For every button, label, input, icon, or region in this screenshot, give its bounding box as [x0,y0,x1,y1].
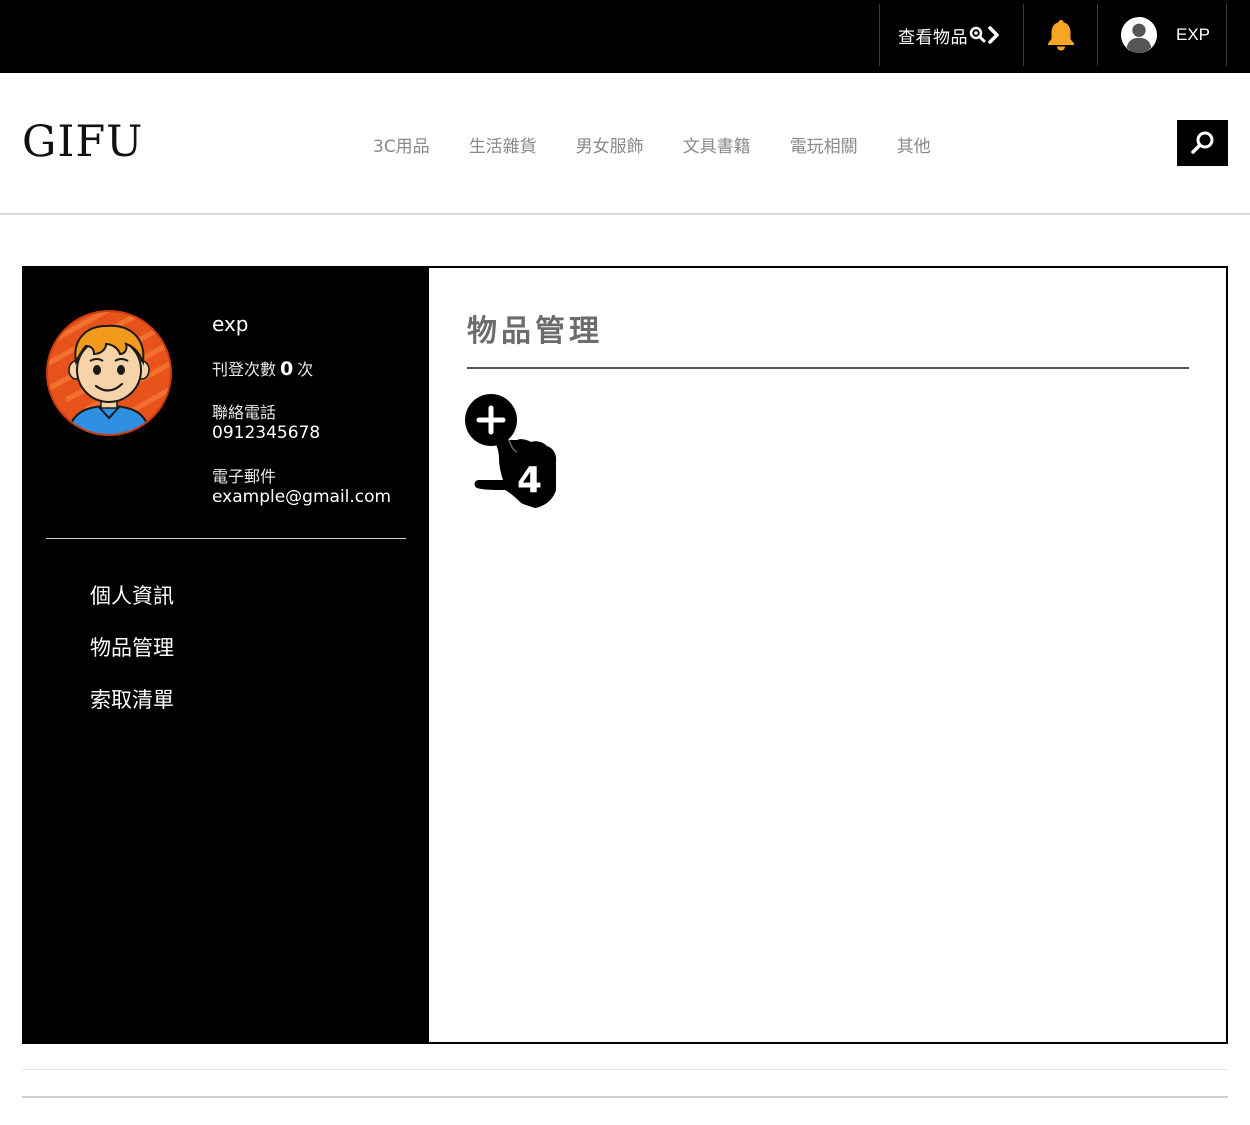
profile-name: exp [212,312,249,336]
user-menu-button[interactable]: EXP [1098,0,1226,70]
post-count-label: 刊登次數 [212,360,277,379]
page-title: 物品管理 [467,314,603,349]
notification-button[interactable] [1024,0,1098,70]
sidebar-menu: 個人資訊 物品管理 索取清單 [90,580,174,736]
title-divider [467,367,1189,369]
profile-sidebar: exp 刊登次數 0 次 聯絡電話 0912345678 電子郵件 example@… [24,268,429,1042]
item-management-content: 物品管理 4 [429,268,1226,1042]
nav-item-games[interactable]: 電玩相關 [790,132,858,157]
email-value: example@gmail.com [212,487,392,507]
view-items-button[interactable]: 查看物品 [880,0,1023,70]
search-button[interactable] [1177,120,1228,166]
user-avatar-icon [1120,16,1158,54]
sidebar-divider [46,538,406,539]
bell-icon [1048,20,1074,51]
account-panel: exp 刊登次數 0 次 聯絡電話 0912345678 電子郵件 example@… [22,266,1228,1044]
site-header: GIFU 3C用品 生活雜貨 男女服飾 文具書籍 電玩相關 其他 [0,73,1250,215]
site-logo[interactable]: GIFU [22,117,143,167]
phone-value: 0912345678 [212,423,321,443]
topbar-divider [1226,4,1227,66]
footer-divider [22,1096,1228,1098]
search-icon [1190,131,1213,154]
profile-avatar [46,310,172,436]
nav-item-daily-goods[interactable]: 生活雜貨 [469,132,537,157]
nav-item-3c[interactable]: 3C用品 [373,132,430,157]
sidebar-item-request-list[interactable]: 索取清單 [90,684,174,736]
nav-item-other[interactable]: 其他 [897,132,931,157]
view-items-label: 查看物品 [898,27,968,48]
post-count-value: 0 [280,358,294,380]
nav-item-stationery-books[interactable]: 文具書籍 [683,132,751,157]
sidebar-item-personal-info[interactable]: 個人資訊 [90,580,174,632]
category-nav: 3C用品 生活雜貨 男女服飾 文具書籍 電玩相關 其他 [373,132,970,157]
email-label: 電子郵件 [212,467,277,486]
search-magnifier-icon [969,26,999,44]
post-count-unit: 次 [297,360,314,379]
post-count: 刊登次數 0 次 [212,356,313,380]
username-label: EXP [1176,25,1211,44]
phone-label: 聯絡電話 [212,403,277,422]
nav-item-clothing[interactable]: 男女服飾 [576,132,644,157]
footer-divider [22,1069,1228,1070]
sidebar-item-item-management[interactable]: 物品管理 [90,632,174,684]
top-bar: 查看物品 EXP [0,0,1250,73]
add-item-hand-icon[interactable] [465,394,561,514]
